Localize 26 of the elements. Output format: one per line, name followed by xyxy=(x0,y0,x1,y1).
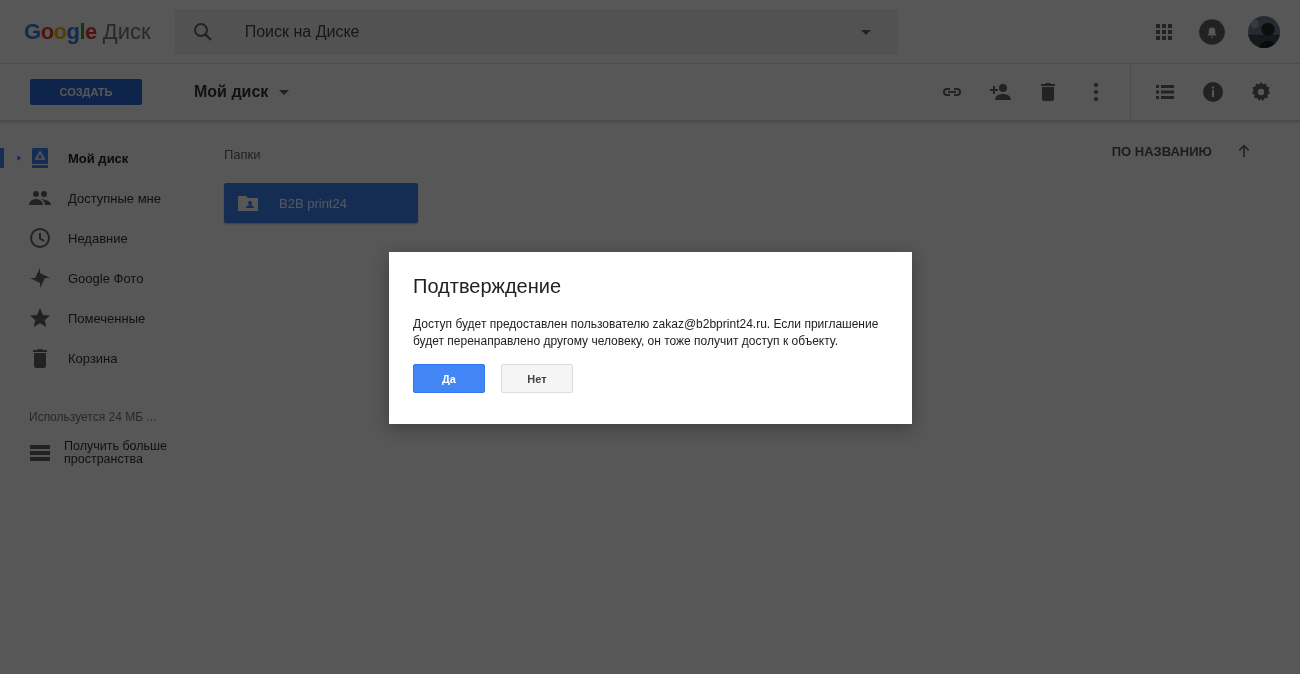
dialog-title: Подтверждение xyxy=(413,275,563,298)
expand-arrow-icon[interactable] xyxy=(16,153,24,163)
cancel-button[interactable]: Нет xyxy=(501,364,573,393)
selection-bar xyxy=(0,148,4,168)
notifications-icon[interactable] xyxy=(1198,17,1226,46)
pinwheel-icon xyxy=(28,266,52,290)
search-field[interactable]: Поиск на Диске xyxy=(174,8,898,55)
confirm-button[interactable]: Да xyxy=(413,364,485,393)
dialog-message: Доступ будет предоставлен пользователю zakaz@b2bprint24.ru. Если приглашение будет перенаправлено другому человеку, он тоже получит доступ к объекту. xyxy=(413,316,880,350)
google-logo: Google xyxy=(24,18,97,45)
caret-icon xyxy=(279,89,290,95)
sidebar-item[interactable]: Доступные мне xyxy=(0,178,204,218)
clock-icon xyxy=(28,226,52,250)
sidebar-item[interactable]: Google Фото xyxy=(0,258,204,298)
sidebar-item[interactable]: Помеченные xyxy=(0,298,204,338)
arrow-up-icon[interactable] xyxy=(1236,143,1252,159)
settings-icon[interactable] xyxy=(1249,80,1273,104)
caret-icon[interactable] xyxy=(860,29,871,35)
sidebar-item[interactable]: Недавние xyxy=(0,218,204,258)
location-dropdown[interactable]: Мой диск xyxy=(194,83,290,101)
info-icon[interactable] xyxy=(1201,80,1225,104)
create-button[interactable]: СОЗДАТЬ xyxy=(30,79,142,105)
upgrade-link[interactable]: Получить больше пространства xyxy=(64,440,184,466)
folder-card[interactable]: B2B print24 xyxy=(224,183,418,223)
sidebar-item[interactable]: Корзина xyxy=(0,338,204,378)
sort-button[interactable]: ПО НАЗВАНИЮ xyxy=(1111,143,1212,159)
